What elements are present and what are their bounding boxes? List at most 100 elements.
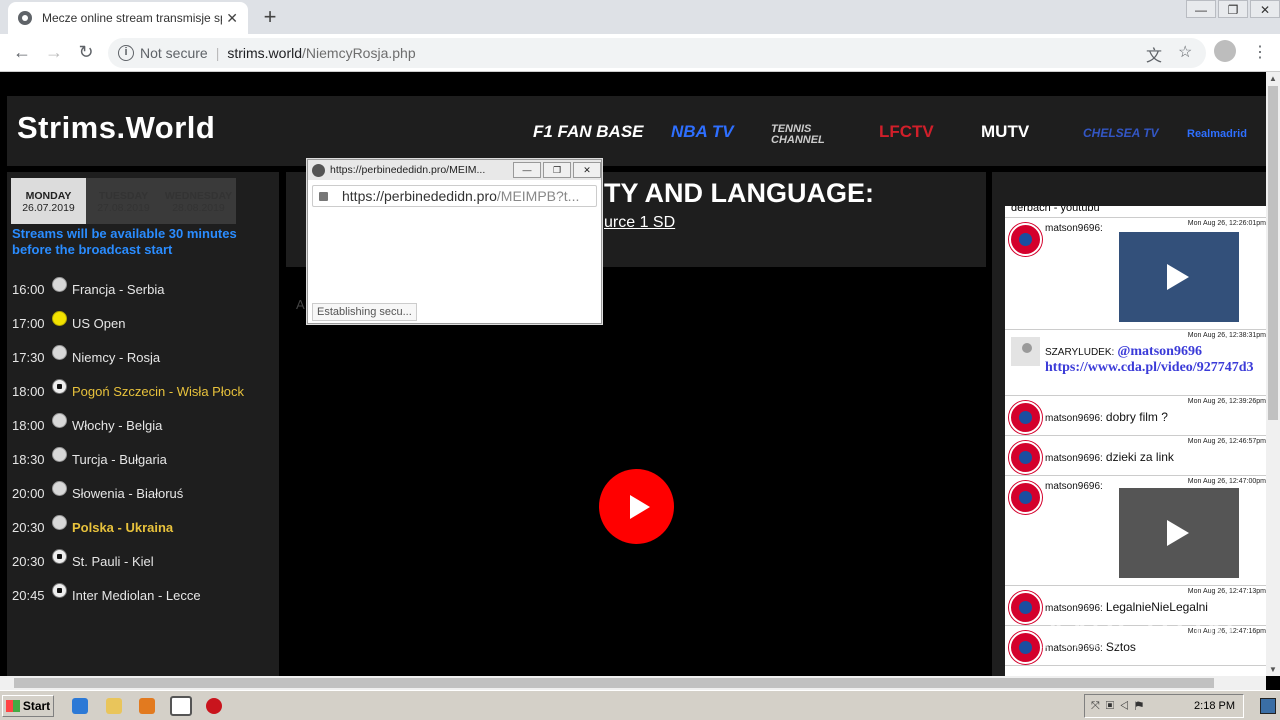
player-ghost-text: A	[296, 297, 305, 312]
tab-monday[interactable]: MONDAY 26.07.2019	[11, 178, 86, 224]
tab-wednesday[interactable]: WEDNESDAY 28.08.2019	[161, 178, 236, 224]
channel-mutv[interactable]: MUTV	[981, 122, 1029, 142]
popup-close-button[interactable]: ✕	[573, 162, 601, 178]
play-icon	[1167, 520, 1189, 546]
chrome-icon[interactable]	[170, 696, 192, 716]
match-item[interactable]: 20:30 Polska - Ukraina	[12, 510, 274, 544]
popup-controls: — ❐ ✕	[511, 162, 601, 178]
back-arrow-icon[interactable]: ←	[10, 42, 34, 63]
match-item[interactable]: 18:30 Turcja - Bułgaria	[12, 442, 274, 476]
match-item[interactable]: 17:00 US Open	[12, 306, 274, 340]
scrollbar-thumb[interactable]	[1268, 86, 1278, 420]
match-item[interactable]: 18:00 Włochy - Belgia	[12, 408, 274, 442]
match-item[interactable]: 20:00 Słowenia - Białoruś	[12, 476, 274, 510]
popup-window[interactable]: https://perbinededidn.pro/MEIM... — ❐ ✕ …	[307, 159, 602, 324]
popup-minimize-button[interactable]: —	[513, 162, 541, 178]
channel-f1[interactable]: F1 FAN BASE	[533, 122, 644, 142]
minimize-button[interactable]: —	[1186, 0, 1216, 18]
start-button[interactable]: Start	[2, 695, 54, 717]
scrollbar-thumb[interactable]	[14, 678, 1214, 688]
chat-timestamp: Mon Aug 26, 12:46:57pm	[1187, 438, 1266, 445]
chat-box[interactable]: derbach - youtubu Mon Aug 26, 12:26:01pm…	[1005, 206, 1266, 676]
chat-timestamp: Mon Aug 26, 12:47:00pm	[1187, 478, 1266, 485]
security-label: Not secure	[140, 45, 208, 61]
bookmark-star-icon[interactable]: ☆	[1178, 42, 1192, 62]
profile-avatar-icon[interactable]	[1214, 40, 1236, 62]
soccer-ball-icon	[52, 582, 67, 598]
tennis-ball-icon	[52, 412, 67, 428]
maximize-button[interactable]: ❐	[1218, 0, 1248, 18]
channel-tennis[interactable]: TENNIS CHANNEL	[771, 124, 851, 146]
tennis-ball-icon	[52, 310, 67, 326]
chat-message: Mon Aug 26, 12:38:31pm SZARYLUDEK: @mats…	[1005, 330, 1266, 396]
address-separator: |	[215, 45, 220, 61]
popup-url-host: https://perbinededidn.pro	[342, 188, 497, 204]
match-item[interactable]: 20:45 Inter Mediolan - Lecce	[12, 578, 274, 612]
site-header: Strims.World F1 FAN BASE NBA TV TENNIS C…	[7, 96, 1266, 166]
match-time: 20:45	[12, 587, 45, 603]
match-item[interactable]: 20:30 St. Pauli - Kiel	[12, 544, 274, 578]
forward-arrow-icon[interactable]: →	[42, 42, 66, 63]
address-bar[interactable]: i Not secure | strims.world /NiemcyRosja…	[108, 38, 1206, 68]
browser-tab[interactable]: Mecze online stream transmisje sport ✕	[8, 2, 248, 34]
chat-text: dzieki za link	[1105, 450, 1174, 464]
tab-close-icon[interactable]: ✕	[226, 10, 238, 27]
globe-icon	[18, 11, 32, 25]
match-item[interactable]: 16:00 Francja - Serbia	[12, 272, 274, 306]
ie-icon[interactable]	[72, 698, 88, 714]
anyrun-watermark: ANY RUN	[1042, 612, 1238, 658]
match-item[interactable]: 17:30 Niemcy - Rosja	[12, 340, 274, 374]
match-time: 20:00	[12, 485, 45, 501]
chat-cut-message: derbach - youtubu	[1005, 206, 1266, 218]
show-desktop-icon[interactable]	[1260, 698, 1276, 714]
media-player-icon[interactable]	[139, 698, 155, 714]
chat-timestamp: Mon Aug 26, 12:26:01pm	[1187, 220, 1266, 227]
tab-title: Mecze online stream transmisje sport	[42, 11, 222, 25]
play-icon	[1167, 264, 1189, 290]
bayern-avatar-icon	[1009, 223, 1042, 256]
source-link[interactable]: urce 1 SD	[604, 214, 675, 232]
popup-maximize-button[interactable]: ❐	[543, 162, 571, 178]
play-button-icon[interactable]	[599, 469, 674, 544]
window-controls: — ❐ ✕	[1184, 0, 1280, 18]
match-teams: Inter Mediolan - Lecce	[72, 587, 201, 603]
chat-timestamp: Mon Aug 26, 12:47:13pm	[1187, 588, 1266, 595]
chat-panel: derbach - youtubu Mon Aug 26, 12:26:01pm…	[992, 172, 1266, 676]
quality-language-heading: TY AND LANGUAGE:	[604, 178, 874, 208]
scroll-up-icon[interactable]: ▲	[1269, 74, 1277, 83]
menu-dots-icon[interactable]: ⋮	[1252, 42, 1268, 62]
vertical-scrollbar[interactable]: ▲ ▼	[1266, 72, 1280, 676]
match-teams: Francja - Serbia	[72, 281, 165, 297]
video-player[interactable]: A	[286, 267, 986, 676]
match-time: 18:30	[12, 451, 45, 467]
tab-tuesday[interactable]: TUESDAY 27.08.2019	[86, 178, 161, 224]
channel-chelsea-tv[interactable]: CHELSEA TV	[1083, 126, 1159, 140]
popup-address-bar[interactable]: https://perbinededidn.pro/MEIMPB?t...	[312, 185, 597, 207]
match-list: 16:00 Francja - Serbia 17:00 US Open 17:30…	[12, 272, 274, 612]
match-item[interactable]: 18:00 Pogoń Szczecin - Wisła Płock	[12, 374, 274, 408]
reload-icon[interactable]: ↻	[74, 42, 98, 63]
horizontal-scrollbar[interactable]	[0, 676, 1266, 690]
scroll-down-icon[interactable]: ▼	[1269, 665, 1277, 674]
new-tab-button[interactable]: +	[258, 4, 282, 30]
channel-realmadrid[interactable]: Realmadrid	[1187, 128, 1247, 140]
match-time: 18:00	[12, 383, 45, 399]
windows-logo-icon	[5, 700, 20, 712]
tennis-ball-icon	[52, 514, 67, 530]
avast-icon[interactable]	[206, 698, 222, 714]
tray-icons[interactable]: ⤧▣◁⚑	[1091, 700, 1149, 713]
day-date: 27.08.2019	[97, 202, 150, 214]
channel-lfctv[interactable]: LFCTV	[879, 122, 934, 142]
channel-nba-tv[interactable]: NBA TV	[671, 122, 734, 142]
folder-icon[interactable]	[106, 698, 122, 714]
chat-nick: matson9696:	[1045, 413, 1103, 424]
site-logo[interactable]: Strims.World	[17, 110, 215, 146]
info-icon[interactable]: i	[118, 45, 134, 61]
close-button[interactable]: ✕	[1250, 0, 1280, 18]
popup-titlebar[interactable]: https://perbinededidn.pro/MEIM... — ❐ ✕	[308, 160, 601, 180]
video-thumbnail[interactable]	[1119, 232, 1239, 322]
video-thumbnail[interactable]	[1119, 488, 1239, 578]
chat-nick: matson9696:	[1045, 223, 1103, 234]
translate-icon[interactable]: 文	[1146, 42, 1162, 66]
popup-title: https://perbinededidn.pro/MEIM...	[330, 164, 486, 176]
